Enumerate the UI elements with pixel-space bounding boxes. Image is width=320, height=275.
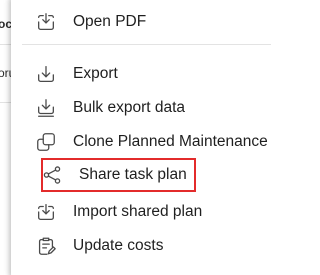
menu-item-label: Clone Planned Maintenance [73,133,268,150]
actions-menu: Open PDF Export Bulk export data Clone P… [11,0,271,275]
bulk-export-icon [34,96,58,120]
update-costs-icon [34,234,58,258]
menu-item-label: Open PDF [73,13,147,30]
menu-item-import-shared-plan[interactable]: Import shared plan [22,195,271,229]
menu-item-label: Export [73,65,118,82]
menu-item-share-task-plan[interactable]: Share task plan [41,158,196,192]
menu-divider [22,44,271,45]
menu-item-update-costs[interactable]: Update costs [22,229,271,263]
page: oc oru Open PDF [0,0,271,275]
share-icon [40,163,64,187]
menu-item-label: Update costs [73,237,164,254]
import-icon [34,200,58,224]
menu-item-bulk-export[interactable]: Bulk export data [22,91,271,125]
menu-item-label: Share task plan [79,166,187,183]
menu-item-clone-planned-maintenance[interactable]: Clone Planned Maintenance [22,125,271,159]
export-icon [34,62,58,86]
menu-item-label: Bulk export data [73,99,186,116]
menu-item-label: Import shared plan [73,203,203,220]
menu-item-open-pdf[interactable]: Open PDF [22,5,271,39]
clone-icon [34,130,58,154]
menu-item-export[interactable]: Export [22,57,271,91]
open-pdf-icon [34,10,58,34]
